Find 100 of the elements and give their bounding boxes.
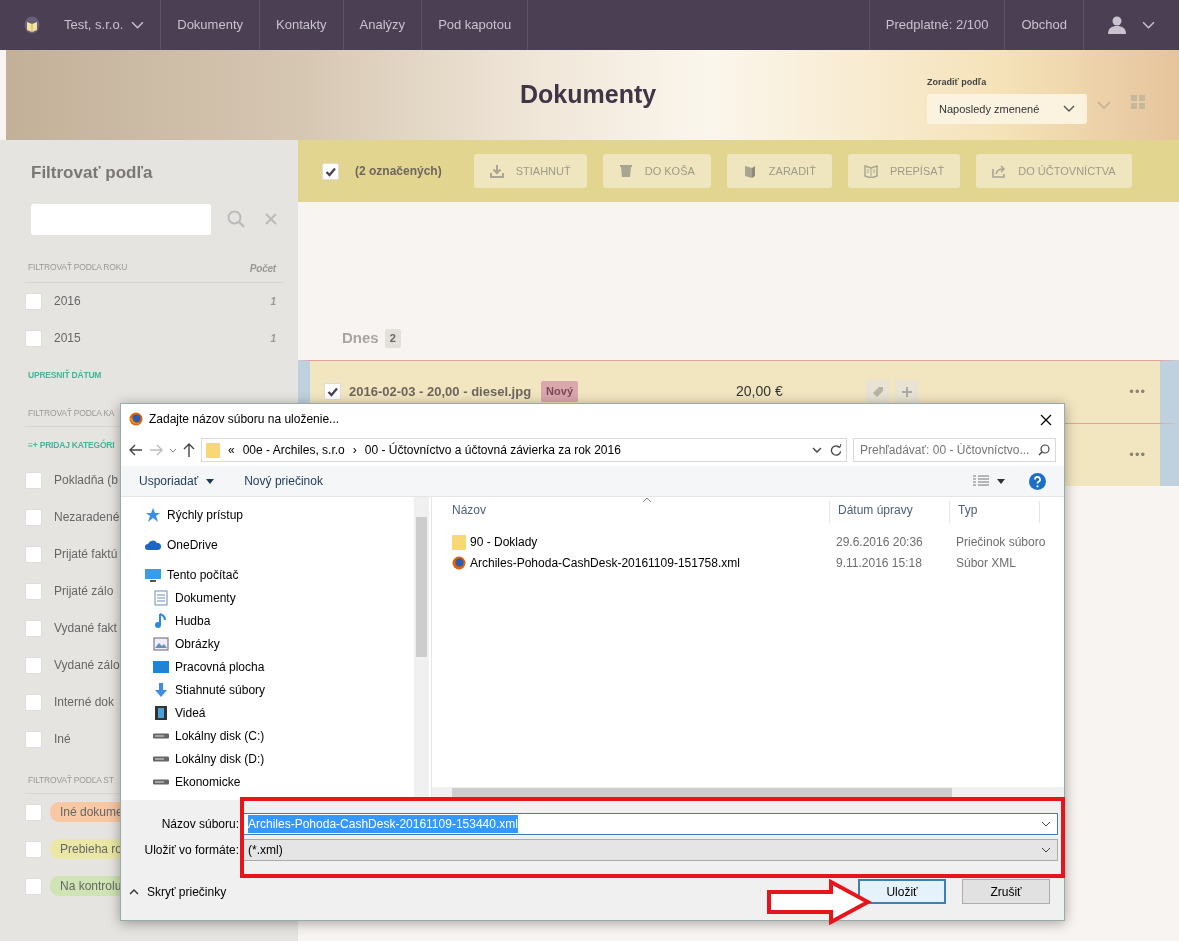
document-title[interactable]: 2016-02-03 - 20,00 - diesel.jpg bbox=[349, 381, 532, 402]
section-heading: FILTROVAŤ PODĽA ST bbox=[28, 773, 114, 787]
chevron-down-icon[interactable] bbox=[1097, 101, 1111, 109]
checkbox[interactable] bbox=[25, 877, 42, 895]
tree-item[interactable]: Videá bbox=[145, 701, 414, 724]
section-heading: FILTROVAŤ PODĽA ROKU bbox=[28, 260, 128, 274]
open-book-icon bbox=[863, 164, 878, 178]
tree-item[interactable]: Stiahnuté súbory bbox=[145, 678, 414, 701]
search-field[interactable] bbox=[31, 203, 211, 235]
checkbox[interactable] bbox=[25, 656, 42, 674]
sort-dropdown[interactable]: Naposledy zmenené bbox=[927, 93, 1087, 124]
checkbox[interactable] bbox=[25, 693, 42, 711]
filter-label[interactable]: Iné bbox=[54, 730, 71, 749]
film-icon bbox=[153, 704, 169, 721]
view-menu[interactable] bbox=[973, 475, 1005, 487]
check-mark-icon bbox=[325, 165, 336, 177]
column-header[interactable]: Typ bbox=[950, 501, 1040, 523]
refresh-icon bbox=[830, 444, 842, 456]
tree-item[interactable]: Lokálny disk (D:) bbox=[145, 747, 414, 770]
filter-label[interactable]: Vydané zálo bbox=[54, 656, 120, 675]
browser-file-icon bbox=[452, 555, 466, 570]
checkbox[interactable] bbox=[324, 383, 341, 400]
section-heading: FILTROVAŤ PODĽA KA bbox=[28, 407, 115, 420]
checkbox[interactable] bbox=[25, 508, 42, 526]
filter-label[interactable]: Prijaté zálo bbox=[54, 582, 114, 601]
search-field[interactable]: Prehľadávať: 00 - Účtovníctvo... bbox=[853, 438, 1056, 462]
tree-item[interactable]: OneDrive bbox=[145, 533, 414, 556]
tree-item[interactable]: Lokálny disk (C:) bbox=[145, 724, 414, 747]
filter-label[interactable]: 2015 bbox=[54, 329, 81, 347]
search-icon bbox=[227, 210, 245, 228]
monitor-icon bbox=[153, 658, 169, 675]
format-dropdown[interactable]: (*.xml) bbox=[241, 839, 1058, 861]
back-arrow-icon bbox=[129, 444, 143, 456]
tree-item[interactable]: Rýchly prístup bbox=[145, 503, 414, 526]
count-heading: Počet bbox=[249, 261, 276, 276]
checkbox[interactable] bbox=[25, 471, 42, 489]
checkbox[interactable] bbox=[25, 545, 42, 563]
column-header[interactable]: Názov bbox=[432, 501, 830, 523]
filter-label[interactable]: Vydané fakt bbox=[54, 619, 117, 638]
column-header[interactable]: Dátum úpravy bbox=[830, 501, 950, 523]
breadcrumb-item[interactable]: « bbox=[228, 441, 235, 459]
breadcrumb-item[interactable]: 00e - Archiles, s.r.o bbox=[242, 441, 345, 459]
checkbox[interactable] bbox=[25, 292, 42, 310]
dialog-button[interactable]: Zrušiť bbox=[962, 879, 1050, 904]
organize-menu[interactable]: Usporiadať bbox=[139, 472, 215, 490]
tree-item[interactable]: Ekonomicke bbox=[145, 770, 414, 793]
filter-label[interactable]: Prijaté faktú bbox=[54, 545, 118, 564]
tree-item[interactable]: Hudba bbox=[145, 609, 414, 632]
file-type: Priečinok súboro bbox=[955, 533, 1046, 551]
trash-icon bbox=[618, 164, 633, 178]
checkbox[interactable] bbox=[25, 803, 42, 821]
checkbox[interactable] bbox=[25, 619, 42, 637]
breadcrumb-item[interactable]: 00 - Účtovníctvo a účtovná závierka za rok 2016 bbox=[364, 441, 621, 459]
scrollbar[interactable] bbox=[414, 497, 429, 800]
sort-label: Zoradiť podľa bbox=[927, 76, 988, 90]
file-name: 90 - Doklady bbox=[470, 533, 538, 551]
filter-label[interactable]: Pokladňa (b bbox=[54, 471, 119, 490]
checkbox[interactable] bbox=[25, 329, 42, 347]
format-label: Uložiť vo formáte: bbox=[143, 842, 240, 859]
chevron-down-icon bbox=[169, 447, 177, 453]
plus-icon bbox=[902, 386, 912, 397]
add-button[interactable] bbox=[895, 379, 919, 404]
filter-label[interactable]: 2016 bbox=[54, 292, 81, 310]
browser-logo-icon bbox=[129, 412, 143, 426]
chevron-down-icon bbox=[131, 21, 145, 29]
company-menu[interactable]: Test, s.r.o. bbox=[64, 15, 145, 35]
checkbox[interactable] bbox=[25, 582, 42, 600]
file-row[interactable]: Archiles-Pohoda-CashDesk-20161109-151758.xml 9.11.2016 15:18 Súbor XML bbox=[432, 552, 1064, 573]
download-icon bbox=[489, 164, 504, 178]
checkbox[interactable] bbox=[322, 162, 339, 180]
tag-button[interactable] bbox=[866, 379, 890, 404]
chevron-down-icon bbox=[1063, 105, 1075, 113]
new-folder-button[interactable]: Nový priečinok bbox=[244, 472, 323, 490]
help-icon[interactable] bbox=[1029, 472, 1046, 490]
folder-icon bbox=[452, 533, 466, 550]
filter-label[interactable]: Interné dok bbox=[54, 693, 115, 712]
breadcrumb-item[interactable]: › bbox=[352, 441, 357, 459]
folder-icon bbox=[206, 442, 220, 458]
list-view-icon bbox=[973, 475, 989, 487]
hide-folders-toggle[interactable]: Skryť priečinky bbox=[129, 882, 227, 901]
checkbox[interactable] bbox=[25, 840, 42, 858]
tree-item[interactable]: Tento počítač bbox=[145, 563, 414, 586]
tree-item[interactable]: Obrázky bbox=[145, 632, 414, 655]
amount: 20,00 € bbox=[736, 382, 784, 401]
checkbox[interactable] bbox=[25, 730, 42, 748]
sidebar-title: Filtrovať podľa bbox=[30, 162, 154, 184]
address-bar[interactable]: « 00e - Archiles, s.r.o › 00 - Účtovníctvo a účtovná závierka za rok 2016 bbox=[201, 438, 847, 462]
file-row[interactable]: 90 - Doklady 29.6.2016 20:36 Priečinok súboro bbox=[432, 531, 1064, 552]
tree-item[interactable]: Pracovná plocha bbox=[145, 655, 414, 678]
picture-icon bbox=[153, 635, 169, 652]
grid-view-icon[interactable] bbox=[1131, 95, 1145, 109]
file-date: 29.6.2016 20:36 bbox=[835, 533, 924, 551]
chevron-down-icon bbox=[812, 447, 822, 453]
filter-label[interactable]: Nezaradené bbox=[54, 508, 120, 527]
user-icon bbox=[1108, 16, 1126, 34]
search-icon bbox=[1038, 444, 1050, 456]
tree-item[interactable]: Dokumenty bbox=[145, 586, 414, 609]
tag-icon bbox=[872, 385, 884, 398]
dialog-button[interactable]: Uložiť bbox=[858, 879, 946, 904]
sort-caret-icon bbox=[642, 497, 652, 503]
